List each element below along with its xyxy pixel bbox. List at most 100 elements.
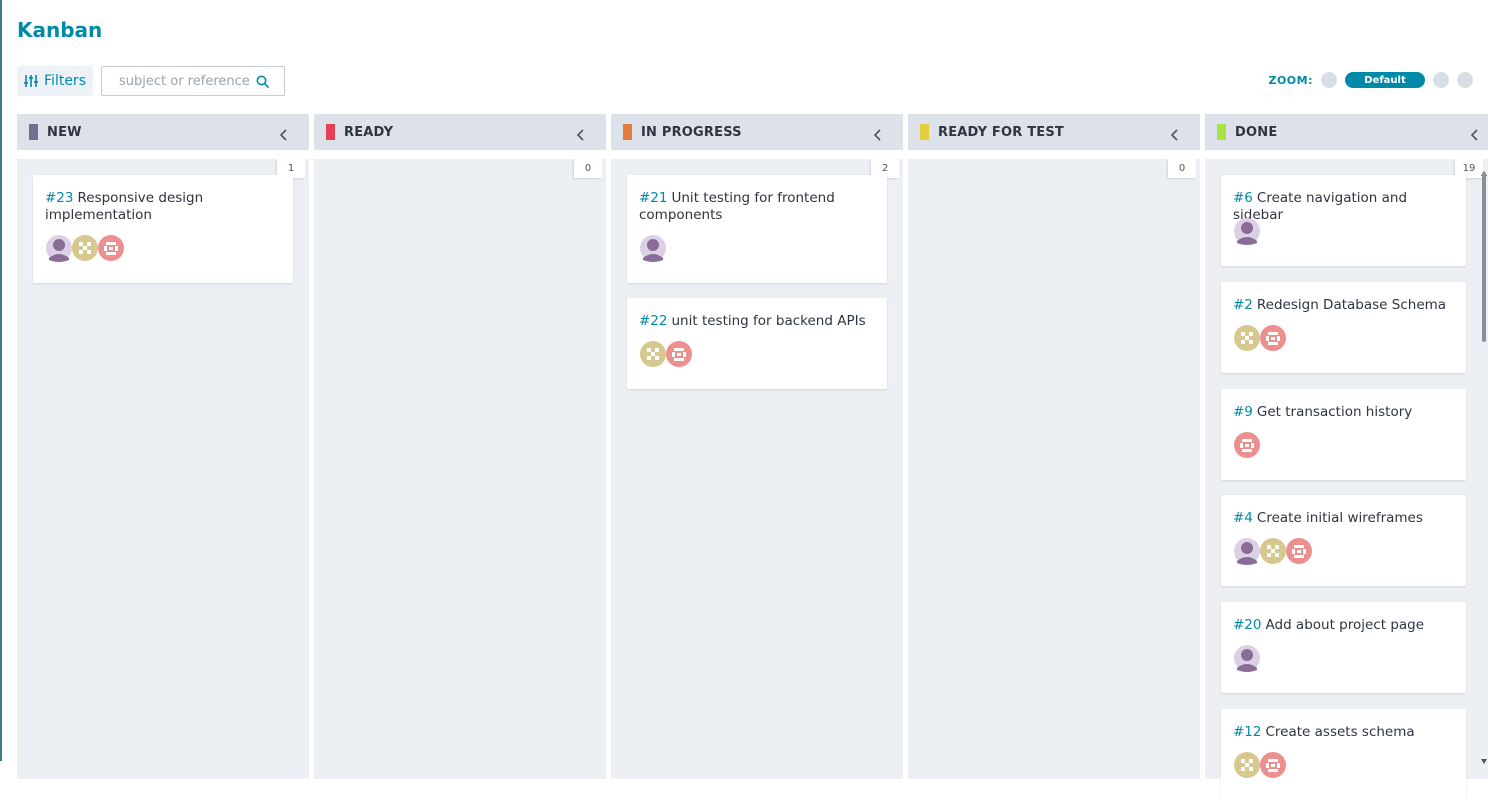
column-ready-for-test: READY FOR TEST 0 xyxy=(908,114,1200,779)
card-title: #6 Create navigation and sidebar xyxy=(1233,190,1452,224)
column-header: READY xyxy=(314,114,606,150)
card-reference[interactable]: #4 xyxy=(1233,510,1253,526)
search-icon[interactable] xyxy=(256,74,270,93)
column-title: READY FOR TEST xyxy=(938,124,1064,140)
card-reference[interactable]: #21 xyxy=(639,190,668,206)
column-body: 19 #6 Create navigation and sidebar #2 Red… xyxy=(1205,159,1488,800)
status-color-bar xyxy=(29,124,38,140)
gold-avatar xyxy=(1234,752,1260,778)
card-title: #21 Unit testing for frontend components xyxy=(639,190,873,224)
column-in-progress: IN PROGRESS 2 #21 Unit testing for fronte… xyxy=(611,114,903,779)
zoom-level-3[interactable] xyxy=(1433,72,1449,88)
person-avatar xyxy=(1234,645,1260,672)
task-card[interactable]: #22 unit testing for backend APIs xyxy=(627,298,887,389)
card-subject: Get transaction history xyxy=(1256,404,1413,420)
column-body: 1 #23 Responsive design implementation xyxy=(17,159,309,779)
person-avatar xyxy=(640,235,666,262)
page-title: Kanban xyxy=(17,18,103,42)
person-avatar xyxy=(1234,218,1260,245)
chevron-left-icon[interactable] xyxy=(1470,126,1480,145)
card-count-badge: 0 xyxy=(1168,159,1196,178)
card-reference[interactable]: #9 xyxy=(1233,404,1253,420)
scrollbar-thumb[interactable] xyxy=(1482,172,1486,342)
gold-avatar xyxy=(72,235,98,261)
column-header: READY FOR TEST xyxy=(908,114,1200,150)
chevron-left-icon[interactable] xyxy=(1170,126,1180,145)
zoom-label: ZOOM: xyxy=(1268,73,1313,87)
task-card[interactable]: #9 Get transaction history xyxy=(1221,389,1466,480)
card-title: #12 Create assets schema xyxy=(1233,724,1452,741)
card-assignees xyxy=(639,234,666,262)
column-title: IN PROGRESS xyxy=(641,124,742,140)
status-color-bar xyxy=(623,124,632,140)
pink-avatar xyxy=(666,341,692,367)
chevron-left-icon[interactable] xyxy=(279,126,289,145)
filters-button[interactable]: Filters xyxy=(17,66,93,96)
vertical-scrollbar[interactable] xyxy=(1480,160,1488,764)
column-header: NEW xyxy=(17,114,309,150)
card-title: #23 Responsive design implementation xyxy=(45,190,279,224)
card-reference[interactable]: #20 xyxy=(1233,617,1262,633)
card-subject: unit testing for backend APIs xyxy=(671,313,866,329)
column-title: READY xyxy=(344,124,394,140)
card-assignees xyxy=(1233,324,1286,352)
card-subject: Create initial wireframes xyxy=(1256,510,1423,526)
card-reference[interactable]: #6 xyxy=(1233,190,1253,206)
chevron-left-icon[interactable] xyxy=(576,126,586,145)
search-box xyxy=(101,66,285,96)
column-header: DONE xyxy=(1205,114,1488,150)
scroll-down-arrow-icon[interactable] xyxy=(1481,750,1487,769)
card-subject: Unit testing for frontend components xyxy=(639,190,835,223)
card-reference[interactable]: #23 xyxy=(45,190,74,206)
card-assignees xyxy=(1233,644,1260,672)
task-card[interactable]: #4 Create initial wireframes xyxy=(1221,495,1466,586)
column-title: DONE xyxy=(1235,124,1278,140)
card-title: #9 Get transaction history xyxy=(1233,404,1452,421)
card-title: #22 unit testing for backend APIs xyxy=(639,313,873,330)
person-avatar xyxy=(46,235,72,262)
status-color-bar xyxy=(920,124,929,140)
column-done: DONE 19 #6 Create navigation and sidebar … xyxy=(1205,114,1488,800)
card-assignees xyxy=(45,234,124,262)
card-assignees xyxy=(1233,751,1286,779)
card-count-badge: 0 xyxy=(574,159,602,178)
card-assignees xyxy=(1233,217,1260,245)
task-card[interactable]: #23 Responsive design implementation xyxy=(33,175,293,283)
task-card[interactable]: #2 Redesign Database Schema xyxy=(1221,282,1466,373)
card-assignees xyxy=(639,340,692,368)
column-body: 2 #21 Unit testing for frontend component… xyxy=(611,159,903,779)
task-card[interactable]: #12 Create assets schema xyxy=(1221,709,1466,800)
status-color-bar xyxy=(326,124,335,140)
chevron-left-icon[interactable] xyxy=(873,126,883,145)
card-subject: Create assets schema xyxy=(1265,724,1415,740)
column-header: IN PROGRESS xyxy=(611,114,903,150)
gold-avatar xyxy=(1260,538,1286,564)
card-title: #4 Create initial wireframes xyxy=(1233,510,1452,527)
card-reference[interactable]: #2 xyxy=(1233,297,1253,313)
task-card[interactable]: #6 Create navigation and sidebar xyxy=(1221,175,1466,266)
card-reference[interactable]: #12 xyxy=(1233,724,1262,740)
pink-avatar xyxy=(1260,325,1286,351)
sliders-icon xyxy=(24,74,39,88)
pink-avatar xyxy=(1286,538,1312,564)
card-title: #20 Add about project page xyxy=(1233,617,1452,634)
task-card[interactable]: #21 Unit testing for frontend components xyxy=(627,175,887,283)
card-assignees xyxy=(1233,537,1312,565)
card-subject: Redesign Database Schema xyxy=(1256,297,1447,313)
zoom-control: ZOOM: Default xyxy=(1268,72,1473,88)
status-color-bar xyxy=(1217,124,1226,140)
card-assignees xyxy=(1233,431,1260,459)
column-ready: READY 0 xyxy=(314,114,606,779)
pink-avatar xyxy=(1260,752,1286,778)
zoom-level-4[interactable] xyxy=(1457,72,1473,88)
search-input[interactable] xyxy=(117,72,261,90)
zoom-level-default[interactable]: Default xyxy=(1345,72,1425,88)
card-title: #2 Redesign Database Schema xyxy=(1233,297,1452,314)
filters-label: Filters xyxy=(44,73,86,89)
gold-avatar xyxy=(1234,325,1260,351)
column-body: 0 xyxy=(908,159,1200,779)
zoom-level-1[interactable] xyxy=(1321,72,1337,88)
task-card[interactable]: #20 Add about project page xyxy=(1221,602,1466,693)
card-reference[interactable]: #22 xyxy=(639,313,668,329)
pink-avatar xyxy=(98,235,124,261)
